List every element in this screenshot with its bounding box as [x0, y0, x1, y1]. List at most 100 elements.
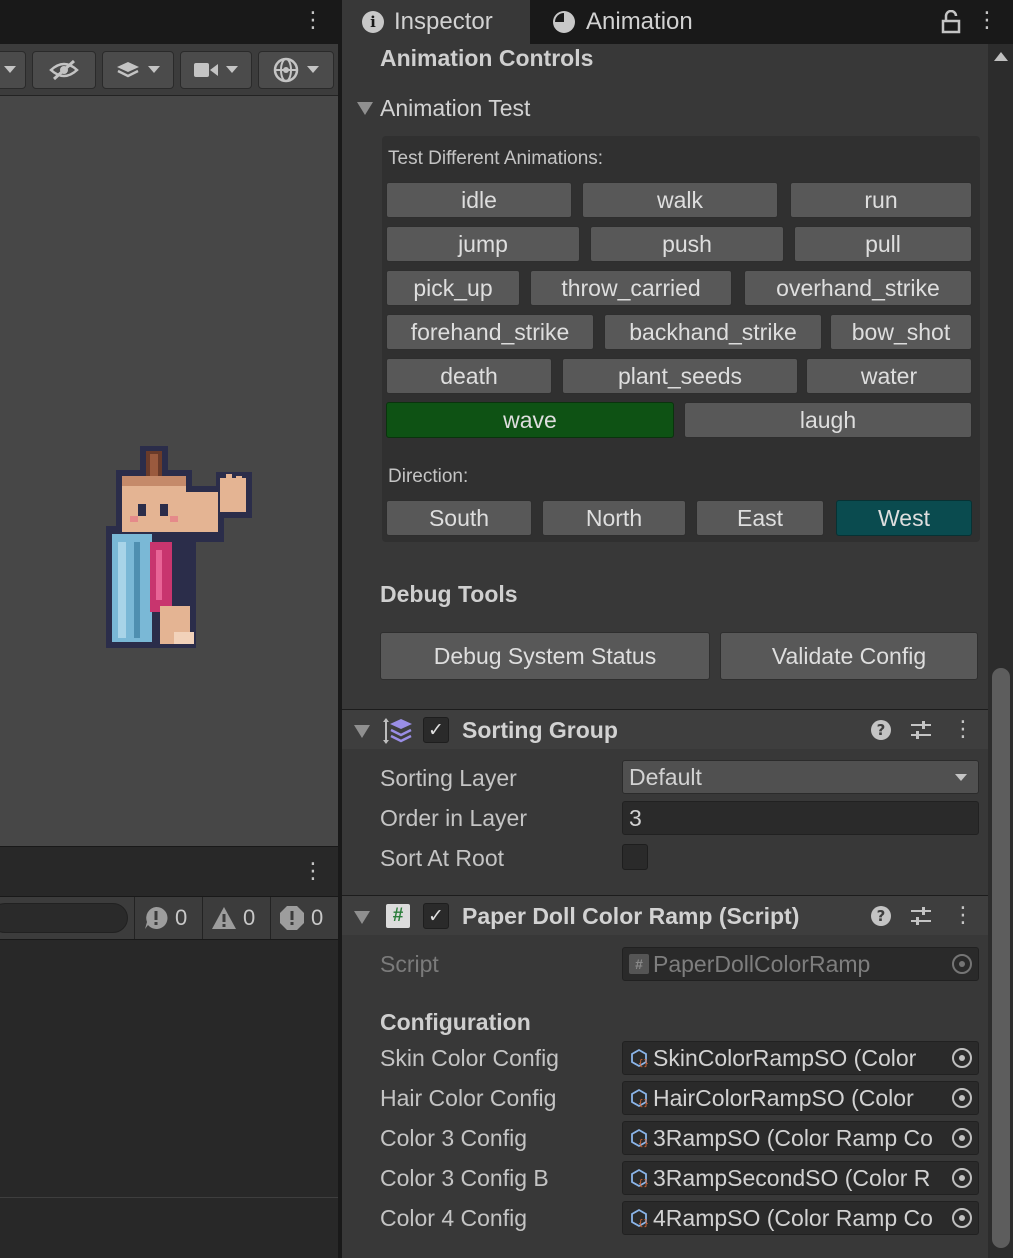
color-ramp-script-header[interactable]: # ✓ Paper Doll Color Ramp (Script) ? ⋮ — [342, 895, 988, 935]
inspector-scrollbar[interactable] — [988, 44, 1013, 1258]
tab-inspector[interactable]: i Inspector — [342, 0, 530, 44]
direction-button-east[interactable]: East — [696, 500, 824, 536]
sorting-layer-dropdown[interactable]: Default — [622, 760, 979, 794]
scene-view[interactable] — [0, 96, 338, 846]
sorting-group-title: Sorting Group — [462, 717, 618, 743]
direction-button-north[interactable]: North — [542, 500, 686, 536]
scene-dropdown-button[interactable] — [0, 51, 26, 89]
anim-button-throw-carried[interactable]: throw_carried — [530, 270, 732, 306]
object-picker-icon[interactable] — [952, 1128, 972, 1148]
tab-animation[interactable]: Animation — [532, 0, 732, 44]
object-picker-icon[interactable] — [952, 1048, 972, 1068]
lock-icon[interactable] — [940, 10, 962, 34]
color-ramp-enabled-checkbox[interactable]: ✓ — [423, 903, 449, 929]
object-picker-icon — [952, 954, 972, 974]
anim-button-overhand-strike[interactable]: overhand_strike — [744, 270, 972, 306]
anim-button-jump[interactable]: jump — [386, 226, 580, 262]
scriptable-object-icon: {} — [631, 1208, 649, 1228]
scriptable-object-icon: {} — [631, 1088, 649, 1108]
svg-text:{}: {} — [638, 1059, 649, 1068]
sorting-group-header[interactable]: ✓ Sorting Group ? ⋮ — [342, 709, 988, 749]
anim-button-water[interactable]: water — [806, 358, 972, 394]
color-3-config-b-field[interactable]: {} 3RampSecondSO (Color R — [622, 1161, 979, 1195]
anim-button-forehand-strike[interactable]: forehand_strike — [386, 314, 594, 350]
visibility-toggle-button[interactable] — [32, 51, 96, 89]
direction-label: Direction: — [388, 466, 469, 487]
anim-button-push[interactable]: push — [590, 226, 784, 262]
sorting-group-enabled-checkbox[interactable]: ✓ — [423, 717, 449, 743]
help-icon[interactable]: ? — [870, 905, 892, 927]
debug-system-status-button[interactable]: Debug System Status — [380, 632, 710, 680]
warning-count-toggle[interactable]: 0 — [202, 897, 270, 939]
svg-text:?: ? — [877, 907, 886, 925]
anim-button-death[interactable]: death — [386, 358, 552, 394]
foldout-arrow-icon[interactable] — [354, 725, 370, 738]
console-log-area[interactable] — [0, 940, 340, 1258]
order-in-layer-input[interactable]: 3 — [622, 801, 979, 835]
validate-config-button[interactable]: Validate Config — [720, 632, 978, 680]
console-tab-bar: ⋮ — [0, 846, 340, 896]
anim-button-wave-active[interactable]: wave — [386, 402, 674, 438]
script-object-field: # PaperDollColorRamp — [622, 947, 979, 981]
anim-button-bow-shot[interactable]: bow_shot — [830, 314, 972, 350]
direction-button-south[interactable]: South — [386, 500, 532, 536]
console-search-input[interactable] — [0, 903, 128, 933]
console-toolbar: 0 0 0 — [0, 896, 340, 940]
color-4-config-value: 4RampSO (Color Ramp Co — [653, 1204, 933, 1231]
presets-sliders-icon[interactable] — [910, 719, 932, 741]
anim-button-idle[interactable]: idle — [386, 182, 572, 218]
sorting-group-menu-icon[interactable]: ⋮ — [952, 717, 974, 743]
clock-icon — [553, 11, 575, 33]
color-ramp-menu-icon[interactable]: ⋮ — [952, 903, 974, 929]
color-3-config-b-value: 3RampSecondSO (Color R — [653, 1164, 931, 1191]
hair-color-config-field[interactable]: {} HairColorRampSO (Color — [622, 1081, 979, 1115]
info-count-toggle[interactable]: 0 — [134, 897, 202, 939]
warning-count: 0 — [243, 905, 256, 930]
console-more-menu-icon[interactable]: ⋮ — [302, 859, 324, 885]
anim-button-pull[interactable]: pull — [794, 226, 972, 262]
object-picker-icon[interactable] — [952, 1088, 972, 1108]
tab-animation-label: Animation — [586, 8, 693, 35]
error-count: 0 — [311, 905, 324, 930]
help-icon[interactable]: ? — [870, 719, 892, 741]
scene-more-menu-icon[interactable]: ⋮ — [302, 8, 324, 34]
inspector-tab-bar: i Inspector Animation ⋮ — [342, 0, 1013, 44]
scriptable-object-icon: {} — [631, 1168, 649, 1188]
scroll-up-arrow-icon[interactable] — [994, 52, 1008, 61]
error-count-toggle[interactable]: 0 — [270, 897, 340, 939]
sort-at-root-checkbox[interactable] — [622, 844, 648, 870]
order-in-layer-label: Order in Layer — [380, 805, 528, 831]
configuration-header: Configuration — [380, 1009, 531, 1035]
color-3-config-field[interactable]: {} 3RampSO (Color Ramp Co — [622, 1121, 979, 1155]
scrollbar-thumb[interactable] — [992, 668, 1010, 1248]
layers-dropdown-button[interactable] — [102, 51, 174, 89]
anim-button-walk[interactable]: walk — [582, 182, 778, 218]
direction-button-west-active[interactable]: West — [836, 500, 972, 536]
sorting-layer-value: Default — [629, 763, 702, 790]
object-picker-icon[interactable] — [952, 1168, 972, 1188]
foldout-arrow-icon[interactable] — [354, 911, 370, 924]
color-3-config-label: Color 3 Config — [380, 1125, 528, 1151]
gizmos-dropdown-button[interactable] — [258, 51, 334, 89]
warning-icon — [212, 907, 236, 929]
sorting-layer-label: Sorting Layer — [380, 765, 517, 791]
foldout-arrow-icon[interactable] — [357, 102, 373, 115]
order-in-layer-value: 3 — [629, 804, 642, 831]
anim-button-plant-seeds[interactable]: plant_seeds — [562, 358, 798, 394]
presets-sliders-icon[interactable] — [910, 905, 932, 927]
inspector-more-menu-icon[interactable]: ⋮ — [976, 8, 998, 34]
object-picker-icon[interactable] — [952, 1208, 972, 1228]
anim-button-backhand-strike[interactable]: backhand_strike — [604, 314, 822, 350]
sort-at-root-label: Sort At Root — [380, 845, 505, 871]
skin-color-config-field[interactable]: {} SkinColorRampSO (Color — [622, 1041, 979, 1075]
anim-button-laugh[interactable]: laugh — [684, 402, 972, 438]
script-hash-icon: # — [629, 954, 649, 974]
anim-button-run[interactable]: run — [790, 182, 972, 218]
camera-dropdown-button[interactable] — [180, 51, 252, 89]
color-4-config-field[interactable]: {} 4RampSO (Color Ramp Co — [622, 1201, 979, 1235]
animation-test-foldout[interactable]: Animation Test — [380, 95, 530, 122]
chevron-down-icon — [307, 66, 319, 73]
script-label: Script — [380, 951, 439, 977]
svg-text:{}: {} — [638, 1179, 649, 1188]
anim-button-pick-up[interactable]: pick_up — [386, 270, 520, 306]
